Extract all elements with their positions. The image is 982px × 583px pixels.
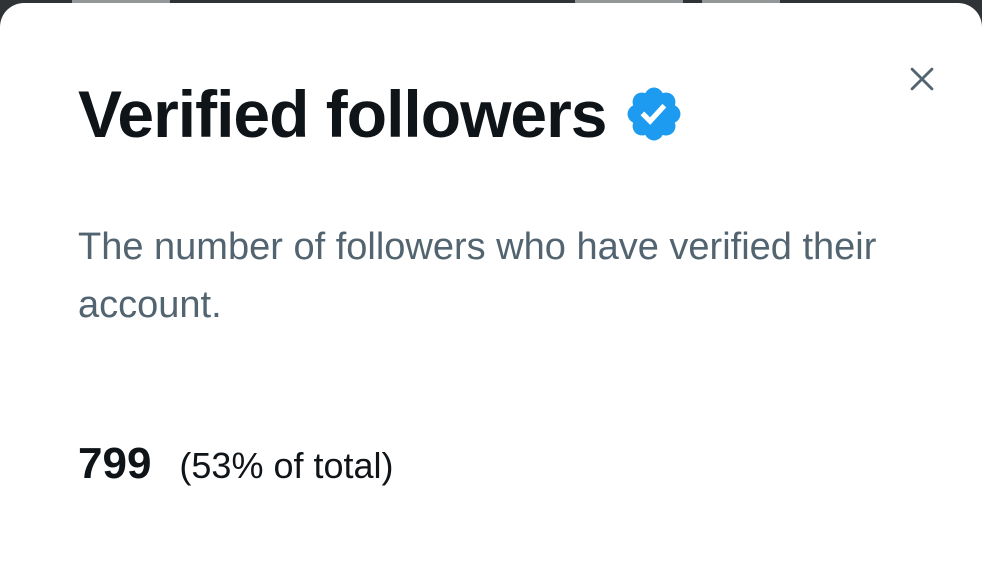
verified-badge-icon: [623, 83, 685, 145]
title-row: Verified followers: [78, 81, 685, 147]
close-button[interactable]: [898, 58, 946, 100]
stat-row: 799 (53% of total): [78, 439, 394, 489]
verified-followers-count: 799: [78, 439, 152, 488]
close-icon: [910, 67, 934, 91]
verified-followers-percent: (53% of total): [179, 445, 394, 486]
verified-followers-dialog: Verified followers The number of followe…: [0, 3, 982, 583]
dialog-title: Verified followers: [78, 77, 607, 151]
dialog-description: The number of followers who have verifie…: [78, 226, 877, 326]
